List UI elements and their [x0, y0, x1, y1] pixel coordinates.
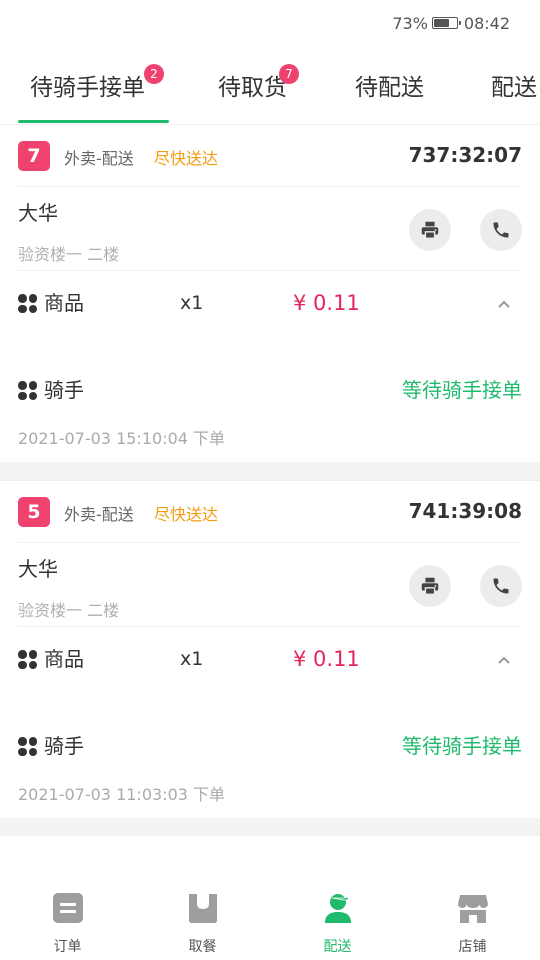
tab-badge: 2	[144, 64, 164, 84]
printer-icon	[421, 221, 439, 239]
tab-label: 待配送	[355, 75, 424, 101]
nav-label: 配送	[323, 939, 352, 955]
goods-label: 商品	[44, 647, 84, 671]
customer-address: 验资楼一 二楼	[18, 245, 120, 264]
grid-dots-icon	[18, 737, 37, 756]
tab-badge: 7	[279, 64, 299, 84]
rider-label: 骑手	[44, 378, 84, 402]
phone-icon	[493, 578, 509, 594]
order-time: 2021-07-03 11:03:03 下单	[18, 785, 226, 804]
goods-row[interactable]: 商品 x1 ¥ 0.11	[18, 644, 522, 674]
order-card[interactable]: 7 外卖-配送 尽快送达 737:32:07 大华 验资楼一 二楼 商品 x1 …	[0, 124, 540, 461]
tab-delivering[interactable]: 配送	[491, 68, 537, 108]
goods-label: 商品	[44, 291, 84, 315]
nav-label: 取餐	[188, 939, 217, 955]
order-card[interactable]: 5 外卖-配送 尽快送达 741:39:08 大华 验资楼一 二楼 商品 x1 …	[0, 480, 540, 817]
nav-delivery[interactable]: 配送	[270, 892, 405, 956]
nav-pickup[interactable]: 取餐	[135, 892, 270, 956]
order-icon	[52, 893, 83, 923]
grid-dots-icon	[18, 650, 37, 669]
goods-quantity: x1	[180, 292, 204, 314]
divider	[18, 626, 522, 627]
status-right: 73% 08:42	[392, 12, 510, 34]
elapsed-timer: 737:32:07	[408, 143, 522, 167]
pickup-bag-icon	[188, 894, 217, 923]
card-gap	[0, 462, 540, 480]
card-gap	[0, 818, 540, 836]
tab-label: 待取货	[218, 75, 287, 101]
customer-name: 大华	[18, 557, 58, 581]
active-tab-indicator	[18, 120, 169, 123]
order-time: 2021-07-03 15:10:04 下单	[18, 429, 226, 448]
grid-dots-icon	[18, 381, 37, 400]
tab-label: 配送	[491, 75, 537, 101]
print-button[interactable]	[409, 209, 451, 251]
status-bar: 73% 08:42	[0, 0, 540, 44]
order-status-tabs: 待骑手接单 2 待取货 7 待配送 配送	[0, 48, 540, 124]
shop-icon	[457, 895, 488, 923]
battery-percent: 73%	[392, 13, 428, 33]
tab-awaiting-rider[interactable]: 待骑手接单 2	[30, 64, 164, 108]
clock: 08:42	[463, 13, 510, 33]
goods-price: ¥ 0.11	[293, 647, 360, 671]
order-number-badge: 7	[18, 141, 50, 171]
order-header: 5 外卖-配送 尽快送达 741:39:08	[18, 497, 522, 527]
nav-orders[interactable]: 订单	[0, 892, 135, 956]
delivery-urgency: 尽快送达	[154, 505, 219, 524]
battery-fill	[433, 19, 450, 27]
nav-shop[interactable]: 店铺	[405, 892, 540, 956]
chevron-up-icon[interactable]	[496, 296, 512, 312]
call-button[interactable]	[480, 565, 522, 607]
tab-awaiting-delivery[interactable]: 待配送	[355, 68, 424, 108]
rider-status: 等待骑手接单	[402, 378, 522, 402]
goods-row[interactable]: 商品 x1 ¥ 0.11	[18, 288, 522, 318]
elapsed-timer: 741:39:08	[408, 499, 522, 523]
tab-awaiting-pickup[interactable]: 待取货 7	[218, 64, 299, 108]
rider-row: 骑手 等待骑手接单	[18, 731, 522, 761]
divider	[18, 186, 522, 187]
order-type: 外卖-配送	[64, 505, 134, 524]
rider-row: 骑手 等待骑手接单	[18, 375, 522, 405]
tab-label: 待骑手接单	[30, 75, 145, 101]
rider-label: 骑手	[44, 734, 84, 758]
delivery-urgency: 尽快送达	[154, 149, 219, 168]
nav-label: 订单	[53, 939, 82, 955]
call-button[interactable]	[480, 209, 522, 251]
order-number-badge: 5	[18, 497, 50, 527]
bottom-nav: 订单 取餐 配送 店铺	[0, 882, 540, 960]
order-type: 外卖-配送	[64, 149, 134, 168]
nav-label: 店铺	[458, 939, 487, 955]
rider-status: 等待骑手接单	[402, 734, 522, 758]
grid-dots-icon	[18, 294, 37, 313]
order-header: 7 外卖-配送 尽快送达 737:32:07	[18, 141, 522, 171]
goods-quantity: x1	[180, 648, 204, 670]
phone-icon	[493, 222, 509, 238]
divider	[18, 270, 522, 271]
printer-icon	[421, 577, 439, 595]
battery-icon	[431, 17, 461, 29]
courier-icon	[324, 894, 351, 923]
customer-address: 验资楼一 二楼	[18, 601, 120, 620]
chevron-up-icon[interactable]	[496, 652, 512, 668]
goods-price: ¥ 0.11	[293, 291, 360, 315]
divider	[18, 542, 522, 543]
customer-name: 大华	[18, 201, 58, 225]
print-button[interactable]	[409, 565, 451, 607]
